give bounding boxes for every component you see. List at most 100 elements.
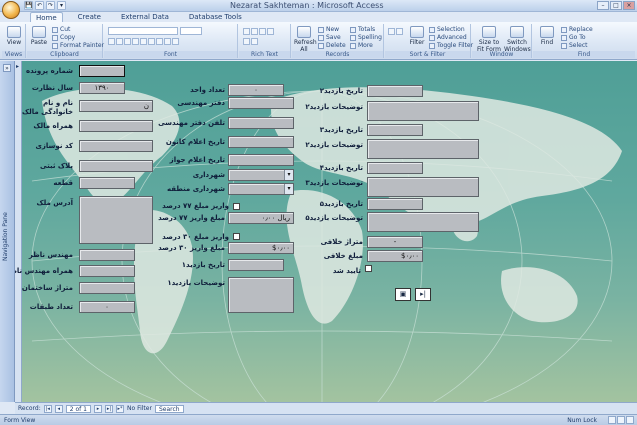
view-button[interactable]: View [4,26,24,50]
save-record-button[interactable]: Save [318,34,346,41]
sort-desc-icon[interactable] [396,28,403,35]
list-number-icon[interactable] [251,28,258,35]
tab-external-data[interactable]: External Data [116,12,174,22]
engineer-phone-field[interactable] [79,265,135,277]
toggle-filter-button[interactable]: Toggle Filter [429,42,473,49]
plaque-field[interactable] [79,160,153,172]
new-record-button[interactable]: New [318,26,346,33]
visit3b-desc-field[interactable] [367,139,479,159]
next-record-button[interactable]: ▸| [415,288,431,301]
search-input[interactable]: Search [154,404,184,413]
redo-icon[interactable]: ↷ [46,1,55,10]
refresh-all-button[interactable]: Refresh All [294,26,317,53]
owner-phone-field[interactable] [79,120,153,132]
navigation-pane[interactable]: » Navigation Pane [0,61,15,402]
filter-status[interactable]: No Filter [127,405,152,412]
project-no-field[interactable] [79,65,125,77]
totals-button[interactable]: Totals [350,26,382,33]
amount-30-field[interactable]: $۰٫۰۰ [228,242,294,254]
next-record-icon[interactable]: ▸ [94,404,102,413]
print-record-button[interactable]: ▣ [395,288,411,301]
selection-button[interactable]: Selection [429,26,473,33]
visit4-date-field[interactable] [367,162,423,174]
first-record-icon[interactable]: |◂ [43,404,52,413]
find-button[interactable]: Find [537,26,557,50]
bold-icon[interactable] [108,38,115,45]
align-left-icon[interactable] [132,38,139,45]
postal-code-field[interactable] [79,140,153,152]
font-name-combo[interactable] [108,27,178,35]
datasheet-view-icon[interactable] [617,416,625,424]
font-size-combo[interactable] [180,27,202,35]
goto-button[interactable]: Go To [561,34,593,41]
piece-field[interactable] [79,177,135,189]
last-record-icon[interactable]: ▸| [105,404,113,413]
format-painter-button[interactable]: Format Painter [52,42,104,49]
minimize-button[interactable]: – [597,1,609,10]
font-color-icon[interactable] [156,38,163,45]
tab-create[interactable]: Create [73,12,106,22]
outdent-icon[interactable] [267,28,274,35]
delete-record-button[interactable]: Delete [318,42,346,49]
engineer-name-field[interactable] [79,249,135,261]
rtl-icon[interactable] [243,38,250,45]
copy-button[interactable]: Copy [52,34,104,41]
highlight-icon[interactable] [251,38,258,45]
visit5-desc-field[interactable] [367,212,479,232]
tab-database-tools[interactable]: Database Tools [184,12,247,22]
maximize-button[interactable]: □ [610,1,622,10]
more-button[interactable]: More [350,42,382,49]
indent-icon[interactable] [259,28,266,35]
office-phone-field[interactable] [228,117,294,129]
list-bullet-icon[interactable] [243,28,250,35]
permit-date-field[interactable] [228,154,294,166]
year-field[interactable]: ۱۳۹۰ [79,82,125,94]
advanced-button[interactable]: Advanced [429,34,473,41]
copy-icon [52,34,58,41]
unit-count-field[interactable]: ۰ [228,84,284,96]
fill-color-icon[interactable] [164,38,171,45]
floors-field[interactable]: ۰ [79,301,135,313]
confirmed-checkbox[interactable] [365,265,372,272]
undo-icon[interactable]: ↶ [35,1,44,10]
visit2-date-field[interactable] [367,85,423,97]
form-view-icon[interactable] [608,416,616,424]
building-area-field[interactable] [79,282,135,294]
visit1-desc-field[interactable] [228,277,294,313]
previous-record-icon[interactable]: ◂ [54,404,63,413]
paste-button[interactable]: Paste [29,26,49,50]
gridlines-icon[interactable] [172,38,179,45]
filter-button[interactable]: Filter [407,26,427,50]
visit5-date-field[interactable] [367,198,423,210]
owner-name-field[interactable]: ن [79,100,153,112]
visit1-date-field[interactable] [228,259,284,271]
visit3c-desc-field[interactable] [367,177,479,197]
save-icon[interactable]: 💾 [24,1,33,10]
switch-windows-button[interactable]: Switch Windows [504,26,531,53]
office-button[interactable] [2,1,20,19]
underline-icon[interactable] [124,38,131,45]
cut-button[interactable]: Cut [52,26,104,33]
customize-qat-icon[interactable]: ▾ [57,1,66,10]
paid-77-checkbox[interactable] [233,203,240,210]
violation-area-field[interactable]: - [367,236,423,248]
expand-nav-icon[interactable]: » [3,64,11,72]
address-field[interactable] [79,196,153,244]
spelling-button[interactable]: Spelling [350,34,382,41]
paid-30-checkbox[interactable] [233,233,240,240]
align-right-icon[interactable] [148,38,155,45]
visit3-date-field[interactable] [367,124,423,136]
replace-button[interactable]: Replace [561,26,593,33]
violation-amount-field[interactable]: $۰٫۰۰ [367,250,423,262]
design-view-icon[interactable] [626,416,634,424]
sort-asc-icon[interactable] [388,28,395,35]
new-record-icon[interactable]: ▸* [116,404,124,413]
italic-icon[interactable] [116,38,123,45]
tab-home[interactable]: Home [30,12,63,22]
align-center-icon[interactable] [140,38,147,45]
select-button[interactable]: Select [561,42,593,49]
close-button[interactable]: × [623,1,635,10]
size-to-fit-button[interactable]: Size to Fit Form [476,26,502,53]
record-position-input[interactable]: 2 of 1 [65,404,91,413]
visit2-desc-field[interactable] [367,101,479,121]
